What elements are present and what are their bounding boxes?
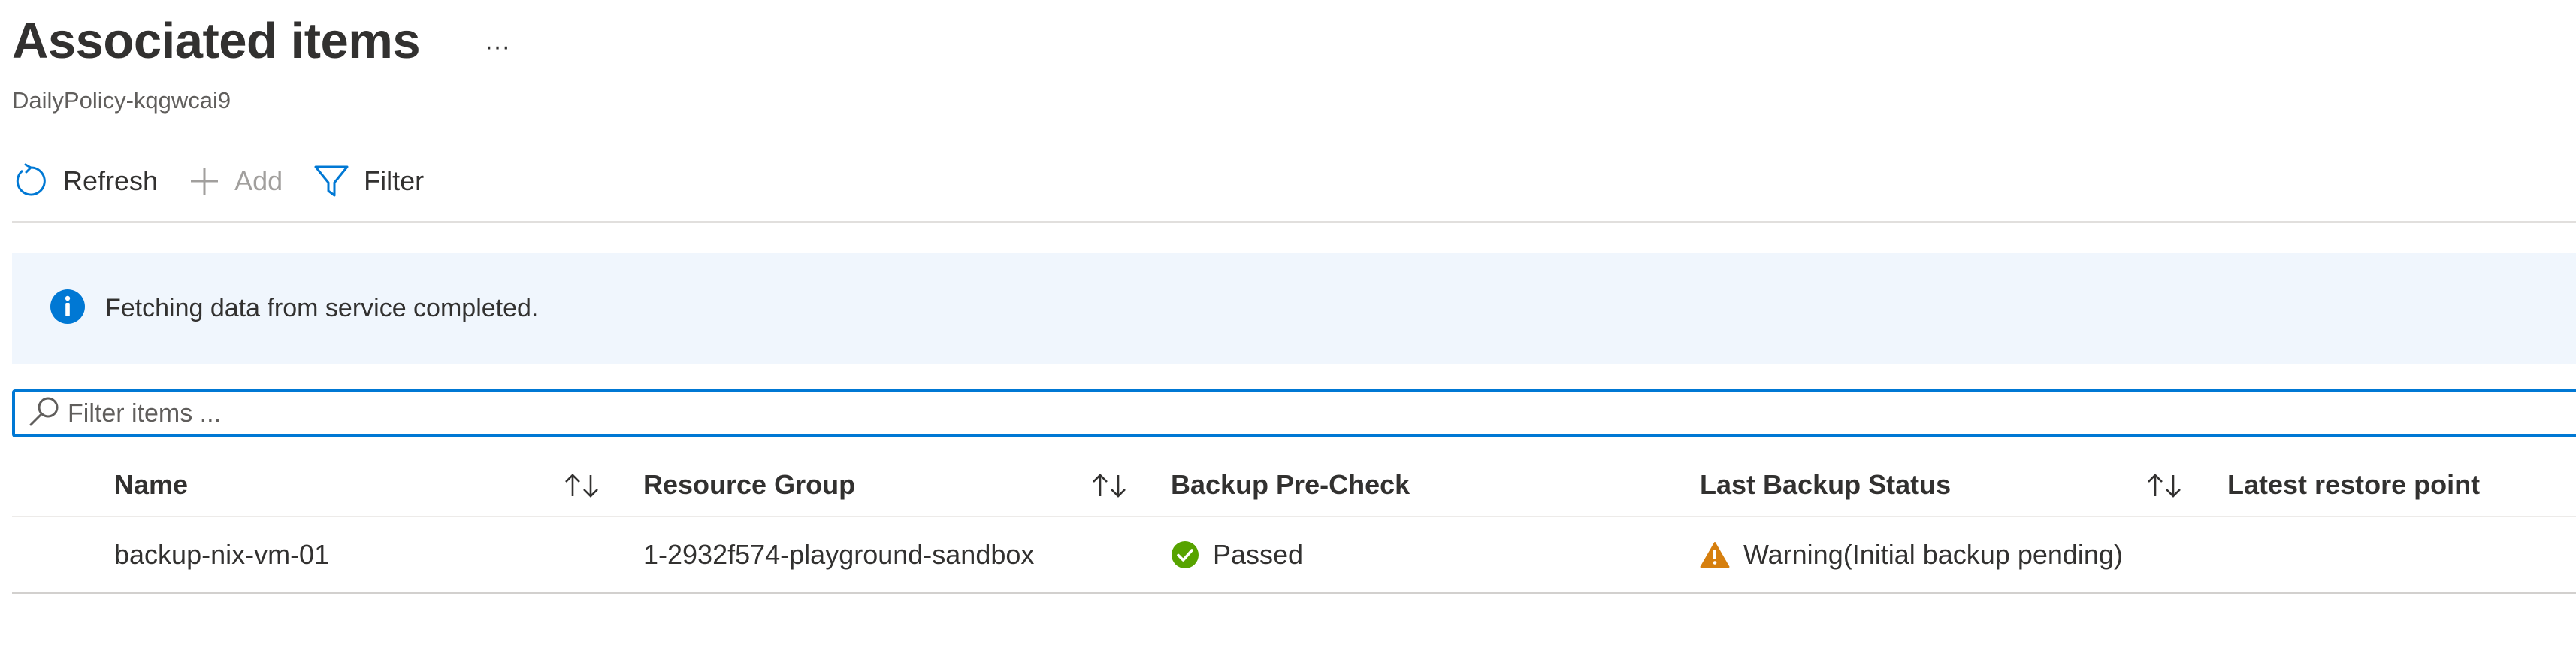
cell-last-backup-status: Warning(Initial backup pending) [1700,517,2123,592]
banner-message: Fetching data from service completed. [105,293,539,322]
toolbar-divider [12,221,2576,223]
cell-name[interactable]: backup-nix-vm-01 [114,517,329,592]
filter-icon [313,162,350,200]
column-header-latest-restore-point[interactable]: Latest restore point [2227,454,2480,516]
check-circle-icon [1171,540,1213,569]
refresh-button[interactable]: Refresh [12,162,158,200]
warning-icon [1700,541,1743,568]
plus-icon [188,165,221,198]
filter-items-box[interactable] [12,389,2576,437]
command-bar: Refresh Add Filter [12,155,424,207]
column-header-resource-group[interactable]: Resource Group [643,454,855,516]
column-header-name[interactable]: Name [114,454,188,516]
associated-items-page: Associated items ··· DailyPolicy-kqgwcai… [0,0,2576,657]
add-button[interactable]: Add [188,165,283,198]
precheck-text: Passed [1213,539,1304,570]
grid-header: Name Resource Group Backup Pre-Check Las… [12,454,2576,517]
filter-items-input[interactable] [68,398,2472,428]
sort-last-backup-status-icon[interactable] [2143,469,2185,502]
info-icon [50,289,86,328]
cell-resource-group: 1-2932f574-playground-sandbox [643,539,1035,570]
filter-label: Filter [364,165,425,196]
table-row[interactable]: backup-nix-vm-01 1-2932f574-playground-s… [12,517,2576,594]
add-label: Add [234,165,283,196]
info-banner: Fetching data from service completed. [12,253,2576,364]
more-options-button[interactable]: ··· [475,32,520,69]
sort-resource-group-icon[interactable] [1088,469,1130,502]
page-title: Associated items [12,13,421,69]
sort-name-icon[interactable] [561,469,603,502]
search-icon [27,395,62,433]
refresh-icon [12,162,50,200]
cell-backup-precheck: Passed [1171,517,1303,592]
refresh-label: Refresh [63,165,159,196]
column-header-backup-precheck[interactable]: Backup Pre-Check [1171,454,1410,516]
column-header-last-backup-status[interactable]: Last Backup Status [1700,454,1951,516]
filter-button[interactable]: Filter [313,162,424,200]
last-backup-status-text: Warning(Initial backup pending) [1743,539,2123,570]
page-subtitle: DailyPolicy-kqgwcai9 [12,87,231,114]
